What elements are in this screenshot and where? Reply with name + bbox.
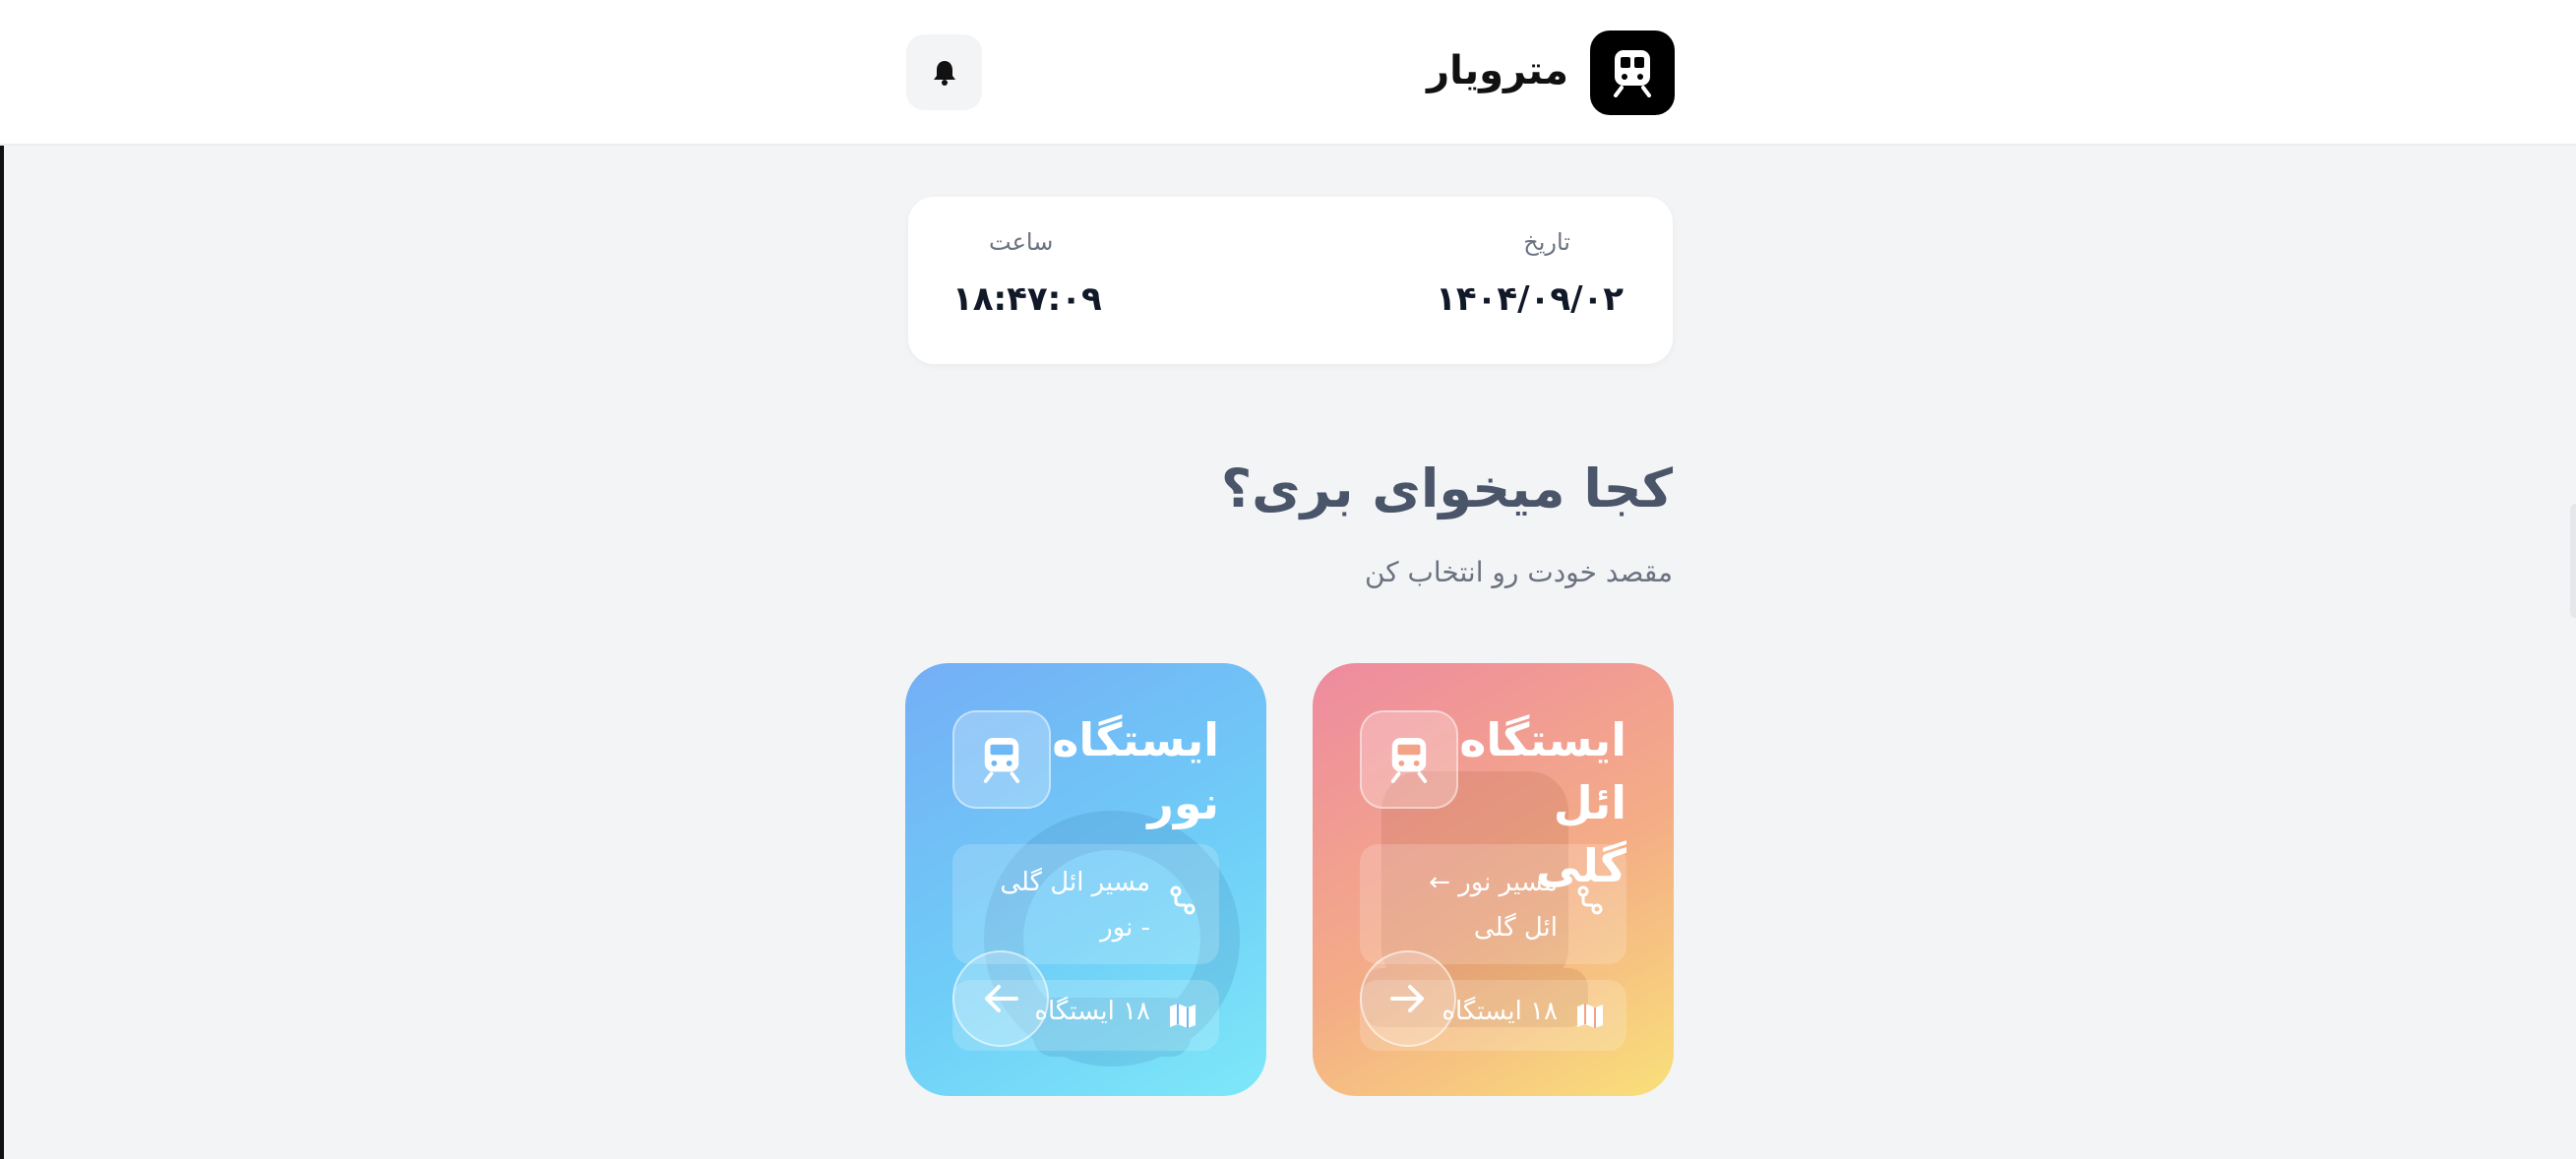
station-card-noor[interactable]: ایستگاه نور مسیر ائل گلی - نور ۱۸ ایستگا… (905, 663, 1266, 1096)
window-edge (0, 0, 4, 1159)
station-icon-box (952, 710, 1051, 809)
route-text: مسیر ائل گلی - نور (1000, 868, 1150, 943)
map-icon (1577, 1004, 1603, 1028)
page-heading: کجا میخوای بری؟ (1220, 458, 1673, 519)
app-title: مترویار (1427, 48, 1568, 93)
train-icon (983, 738, 1020, 783)
side-tab[interactable] (2570, 504, 2576, 618)
app-logo (1590, 30, 1675, 115)
stops-count: ۱۸ ایستگاه (1034, 997, 1150, 1026)
time-label: ساعت (989, 228, 1054, 256)
top-header: مترویار (0, 0, 2576, 146)
date-value: ۱۴۰۴/۰۹/۰۲ (1436, 279, 1624, 319)
datetime-card: تاریخ ۱۴۰۴/۰۹/۰۲ ساعت ۱۸:۴۷:۰۹ (908, 197, 1673, 364)
train-icon (1614, 50, 1651, 97)
route-icon (1170, 885, 1196, 915)
station-icon-box (1360, 710, 1458, 809)
route-text: مسیر نور ← ائل گلی (1429, 868, 1558, 943)
notifications-button[interactable] (906, 34, 982, 110)
train-icon (1390, 738, 1428, 783)
route-info: مسیر ائل گلی - نور (952, 844, 1219, 964)
route-icon (1577, 885, 1603, 915)
station-title: ایستگاه نور (1052, 713, 1219, 829)
map-icon (1170, 1004, 1196, 1028)
arrow-right-icon (1390, 985, 1424, 1012)
go-button[interactable] (1360, 950, 1456, 1047)
page-subheading: مقصد خودت رو انتخاب کن (1364, 556, 1673, 588)
arrow-left-icon (985, 985, 1018, 1012)
bell-icon (933, 60, 955, 86)
date-label: تاریخ (1523, 228, 1570, 256)
station-card-elgoli[interactable]: ایستگاه ائل گلی مسیر نور ← ائل گلی ۱۸ ای… (1313, 663, 1674, 1096)
time-value: ۱۸:۴۷:۰۹ (952, 279, 1102, 319)
route-info: مسیر نور ← ائل گلی (1360, 844, 1626, 964)
stops-count: ۱۸ ایستگاه (1441, 997, 1558, 1026)
go-button[interactable] (952, 950, 1049, 1047)
